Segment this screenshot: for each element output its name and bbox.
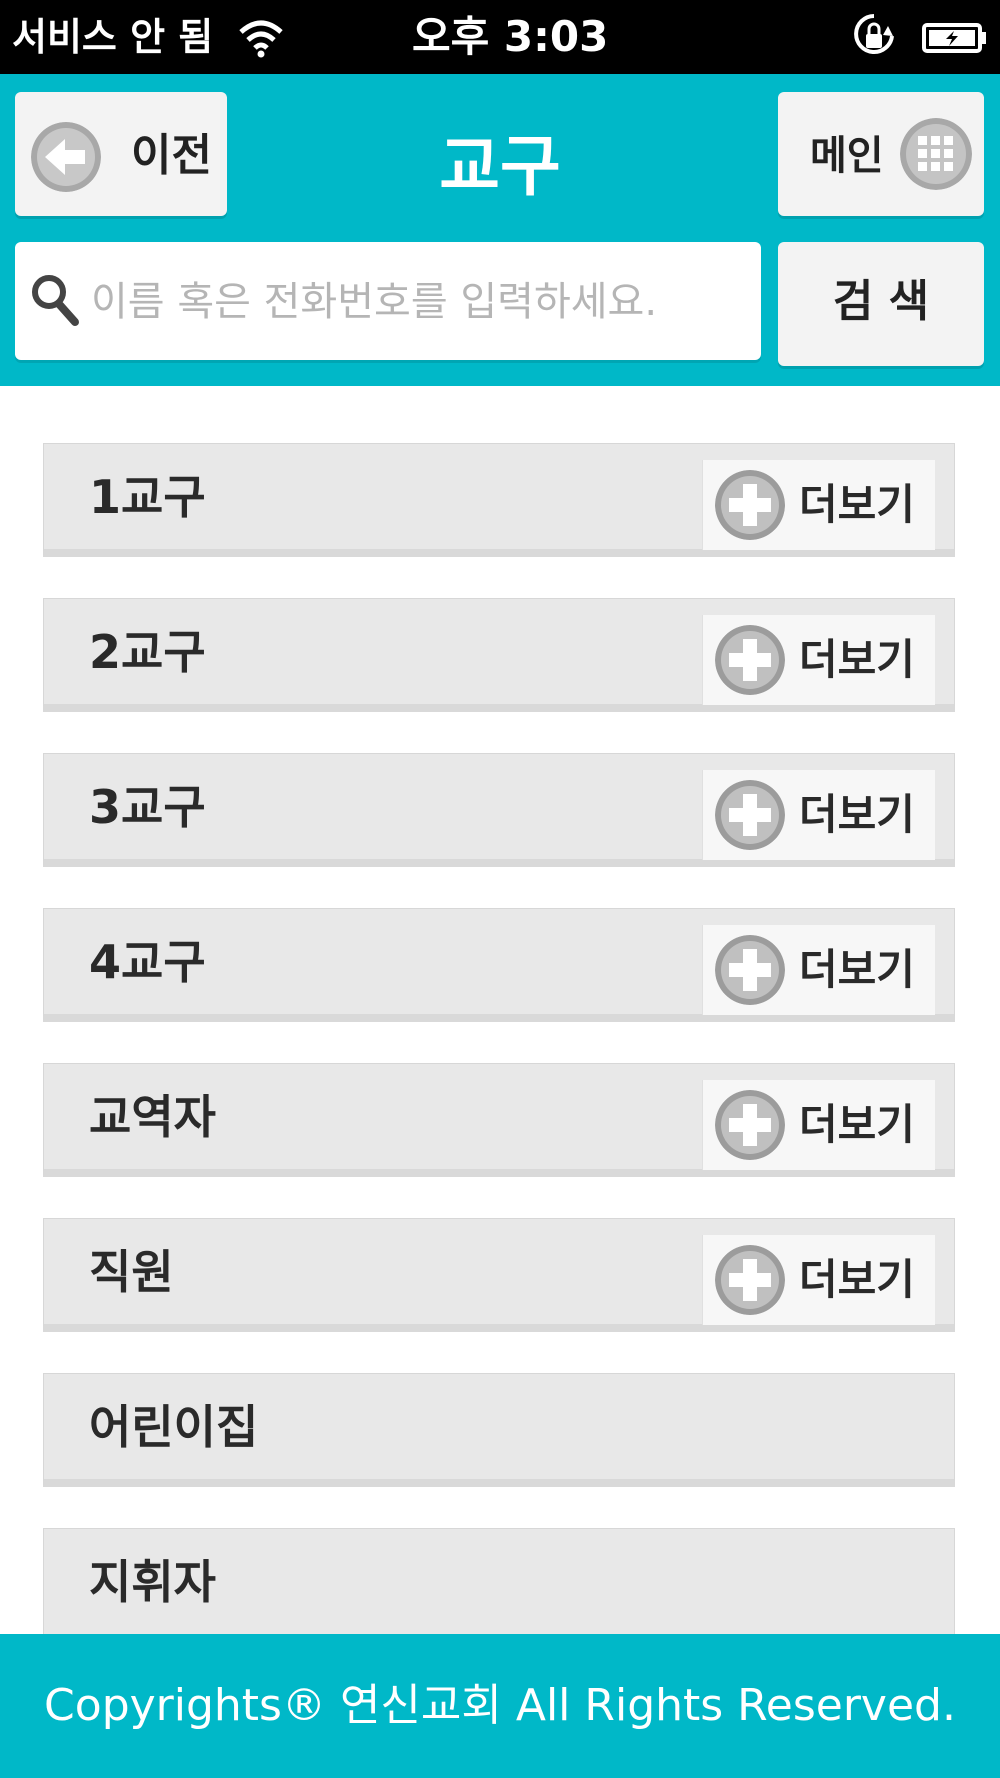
list-item-label: 직원: [89, 1245, 174, 1299]
more-label: 더보기: [799, 480, 915, 529]
more-button[interactable]: 더보기: [702, 615, 935, 705]
plus-icon: [715, 625, 785, 695]
plus-icon: [715, 780, 785, 850]
footer: Copyrights® 연신교회 All Rights Reserved.: [0, 1634, 1000, 1778]
list-item-label: 4교구: [89, 935, 206, 989]
main-label: 메인: [810, 133, 884, 179]
back-arrow-icon: [31, 122, 101, 192]
copyright-text: Copyrights® 연신교회 All Rights Reserved.: [44, 1680, 956, 1731]
more-label: 더보기: [799, 1100, 915, 1149]
list-item-label: 지휘자: [89, 1555, 216, 1609]
list-item[interactable]: 4교구 더보기: [43, 908, 955, 1022]
list-item[interactable]: 3교구 더보기: [43, 753, 955, 867]
status-bar: 서비스 안 됨 오후 3:03: [0, 0, 1000, 74]
list-item-label: 1교구: [89, 470, 206, 524]
grid-menu-icon: [900, 118, 972, 190]
rotation-lock-icon: [854, 14, 894, 54]
back-label: 이전: [131, 130, 212, 181]
list-item[interactable]: 1교구 더보기: [43, 443, 955, 557]
more-button[interactable]: 더보기: [702, 770, 935, 860]
search-icon: [32, 275, 79, 326]
list-item[interactable]: 지휘자: [43, 1528, 955, 1642]
list-item-label: 교역자: [89, 1090, 216, 1144]
list-item[interactable]: 2교구 더보기: [43, 598, 955, 712]
list-item[interactable]: 직원 더보기: [43, 1218, 955, 1332]
clock: 오후 3:03: [412, 12, 609, 61]
carrier-label: 서비스 안 됨: [12, 15, 214, 59]
plus-icon: [715, 1245, 785, 1315]
plus-icon: [715, 470, 785, 540]
page-title: 교구: [439, 128, 561, 205]
list-item-label: 어린이집: [89, 1400, 259, 1454]
search-input[interactable]: [89, 264, 743, 340]
more-label: 더보기: [799, 635, 915, 684]
more-label: 더보기: [799, 1255, 915, 1304]
search-button[interactable]: 검 색: [778, 242, 984, 366]
list-item[interactable]: 교역자 더보기: [43, 1063, 955, 1177]
battery-charging-icon: [922, 23, 986, 53]
list-item-label: 2교구: [89, 625, 206, 679]
back-button[interactable]: 이전: [15, 92, 227, 216]
search-button-label: 검 색: [832, 276, 930, 327]
more-button[interactable]: 더보기: [702, 925, 935, 1015]
wifi-icon: [239, 20, 283, 58]
more-button[interactable]: 더보기: [702, 1235, 935, 1325]
list-item[interactable]: 어린이집: [43, 1373, 955, 1487]
main-button[interactable]: 메인: [778, 92, 984, 216]
more-label: 더보기: [799, 945, 915, 994]
more-label: 더보기: [799, 790, 915, 839]
plus-icon: [715, 1090, 785, 1160]
header-bar: 이전 교구 메인 검 색: [0, 74, 1000, 386]
more-button[interactable]: 더보기: [702, 1080, 935, 1170]
list-item-label: 3교구: [89, 780, 206, 834]
more-button[interactable]: 더보기: [702, 460, 935, 550]
search-box: [15, 242, 761, 360]
plus-icon: [715, 935, 785, 1005]
